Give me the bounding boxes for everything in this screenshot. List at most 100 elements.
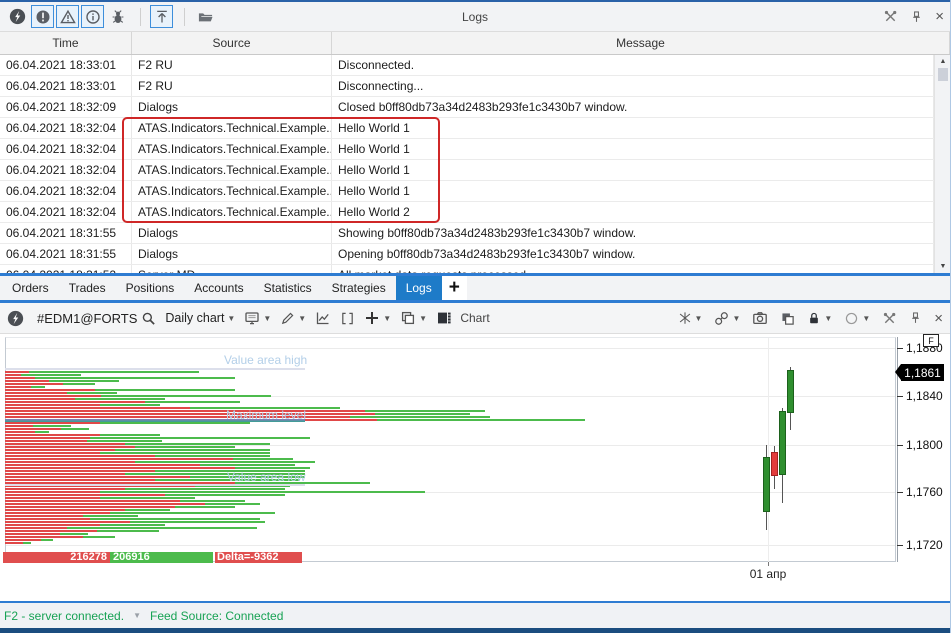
tab-positions[interactable]: Positions — [116, 276, 185, 300]
screenshot-button[interactable] — [752, 310, 768, 326]
profile-buy-bar — [100, 497, 195, 499]
log-cell-time: 06.04.2021 18:33:01 — [0, 76, 132, 96]
tab-logs[interactable]: Logs — [396, 276, 442, 300]
profile-sell-bar — [5, 446, 135, 448]
profile-sell-bar — [5, 422, 100, 424]
tab-orders[interactable]: Orders — [2, 276, 59, 300]
open-log-folder-button[interactable] — [194, 5, 217, 28]
log-row[interactable]: 06.04.2021 18:32:04ATAS.Indicators.Techn… — [0, 160, 934, 181]
profile-buy-bar — [100, 422, 250, 424]
profile-sell-bar — [5, 536, 83, 538]
scrollbar-down-arrow[interactable]: ▼ — [935, 263, 951, 270]
profile-sell-bar — [5, 404, 100, 406]
profile-buy-bar — [350, 416, 490, 418]
profile-sell-bar — [5, 527, 67, 529]
profile-sell-bar — [5, 407, 190, 409]
log-row[interactable]: 06.04.2021 18:32:04ATAS.Indicators.Techn… — [0, 139, 934, 160]
scrollbar-thumb[interactable] — [938, 68, 948, 81]
pin-icon[interactable] — [910, 10, 923, 24]
log-row[interactable]: 06.04.2021 18:32:04ATAS.Indicators.Techn… — [0, 118, 934, 139]
server-status[interactable]: F2 - server connected. — [4, 609, 124, 623]
profile-buy-bar — [83, 536, 115, 538]
log-row[interactable]: 06.04.2021 18:32:04ATAS.Indicators.Techn… — [0, 202, 934, 223]
log-table-scrollbar[interactable]: ▲ ▼ — [934, 55, 950, 273]
tab-accounts[interactable]: Accounts — [184, 276, 253, 300]
instrument-symbol[interactable]: #EDM1@FORTS — [37, 311, 137, 326]
add-tab-button[interactable]: + — [442, 276, 467, 300]
price-tick-label: 1,1840 — [906, 389, 943, 403]
chevron-down-icon: ▼ — [695, 314, 703, 323]
server-status-dropdown-icon[interactable]: ▼ — [133, 611, 141, 620]
log-cell-source: Dialogs — [132, 244, 332, 264]
log-row[interactable]: 06.04.2021 18:31:52Server MDAll market d… — [0, 265, 934, 273]
atas-logo-icon — [6, 5, 29, 28]
profile-sell-bar — [5, 425, 33, 427]
profile-sell-bar — [5, 512, 110, 514]
profile-buy-bar — [101, 395, 271, 397]
color-scheme-button[interactable]: ▼ — [844, 311, 870, 326]
settings-tools-icon-chart[interactable] — [882, 311, 897, 326]
export-log-button[interactable] — [150, 5, 173, 28]
add-indicator-button[interactable]: ▼ — [364, 310, 391, 326]
chevron-down-icon: ▼ — [862, 314, 870, 323]
errors-filter-button[interactable] — [31, 5, 54, 28]
crosshair-mode-button[interactable]: ▼ — [678, 311, 703, 325]
instrument-search-icon[interactable] — [141, 311, 156, 326]
column-header-source[interactable]: Source — [132, 32, 332, 54]
profile-buy-bar — [35, 377, 235, 379]
profile-sell-bar — [5, 398, 75, 400]
value-area-low-label: Value area low — [227, 470, 306, 484]
profile-buy-bar — [83, 515, 138, 517]
column-header-message[interactable]: Message — [332, 32, 950, 54]
timeframe-select[interactable]: Daily chart ▼ — [165, 311, 235, 325]
lock-chart-button[interactable]: ▼ — [807, 311, 832, 326]
log-table-body: 06.04.2021 18:33:01F2 RUDisconnected.06.… — [0, 55, 934, 273]
log-row[interactable]: 06.04.2021 18:31:55DialogsOpening b0ff80… — [0, 244, 934, 265]
settings-tools-icon[interactable] — [883, 9, 898, 24]
profile-buy-bar — [100, 404, 160, 406]
info-filter-button[interactable] — [81, 5, 104, 28]
profile-sell-bar — [5, 431, 35, 433]
tab-trades[interactable]: Trades — [59, 276, 116, 300]
debug-filter-button[interactable] — [106, 5, 129, 28]
profile-sell-bar — [5, 434, 100, 436]
drawing-tools-button[interactable]: ▼ — [280, 311, 306, 326]
scrollbar-up-arrow[interactable]: ▲ — [935, 58, 951, 65]
profile-buy-bar — [95, 389, 235, 391]
toolbar-separator-2 — [184, 8, 185, 26]
column-header-time[interactable]: Time — [0, 32, 132, 54]
log-row[interactable]: 06.04.2021 18:32:09DialogsClosed b0ff80d… — [0, 97, 934, 118]
log-cell-message: Hello World 1 — [332, 160, 934, 180]
close-icon[interactable]: × — [935, 9, 944, 24]
templates-button[interactable] — [340, 311, 355, 326]
profile-buy-bar — [90, 518, 260, 520]
profile-buy-bar — [125, 443, 270, 445]
f-button[interactable]: F — [923, 334, 939, 347]
dom-panel-button[interactable] — [436, 310, 452, 326]
profile-sell-bar — [5, 440, 87, 442]
log-row[interactable]: 06.04.2021 18:33:01F2 RUDisconnected. — [0, 55, 934, 76]
maximum-level-label: Maximum level — [226, 408, 306, 422]
tab-strategies[interactable]: Strategies — [322, 276, 396, 300]
warnings-filter-button[interactable] — [56, 5, 79, 28]
chevron-down-icon: ▼ — [227, 314, 235, 323]
profile-sell-bar — [5, 521, 130, 523]
log-cell-message: Closed b0ff80db73a34d2483b293fe1c3430b7 … — [332, 97, 934, 117]
tab-statistics[interactable]: Statistics — [254, 276, 322, 300]
log-row[interactable]: 06.04.2021 18:33:01F2 RUDisconnecting... — [0, 76, 934, 97]
layout-copy-button[interactable]: ▼ — [400, 310, 427, 326]
log-cell-message: Hello World 1 — [332, 118, 934, 138]
pin-icon-chart[interactable] — [909, 311, 922, 325]
indicators-button[interactable] — [315, 310, 331, 326]
h-gridline — [6, 545, 895, 546]
delta-value: Delta=-9362 — [215, 552, 302, 563]
display-mode-button[interactable]: ▼ — [244, 310, 271, 326]
link-windows-button[interactable]: ▼ — [714, 311, 740, 326]
profile-buy-bar — [33, 425, 71, 427]
profile-sell-bar — [5, 410, 365, 412]
log-row[interactable]: 06.04.2021 18:32:04ATAS.Indicators.Techn… — [0, 181, 934, 202]
chart-canvas[interactable]: Value area high Maximum level Value area… — [0, 334, 950, 601]
log-row[interactable]: 06.04.2021 18:31:55DialogsShowing b0ff80… — [0, 223, 934, 244]
close-icon-chart[interactable]: × — [934, 311, 943, 326]
clone-window-button[interactable] — [780, 311, 795, 326]
